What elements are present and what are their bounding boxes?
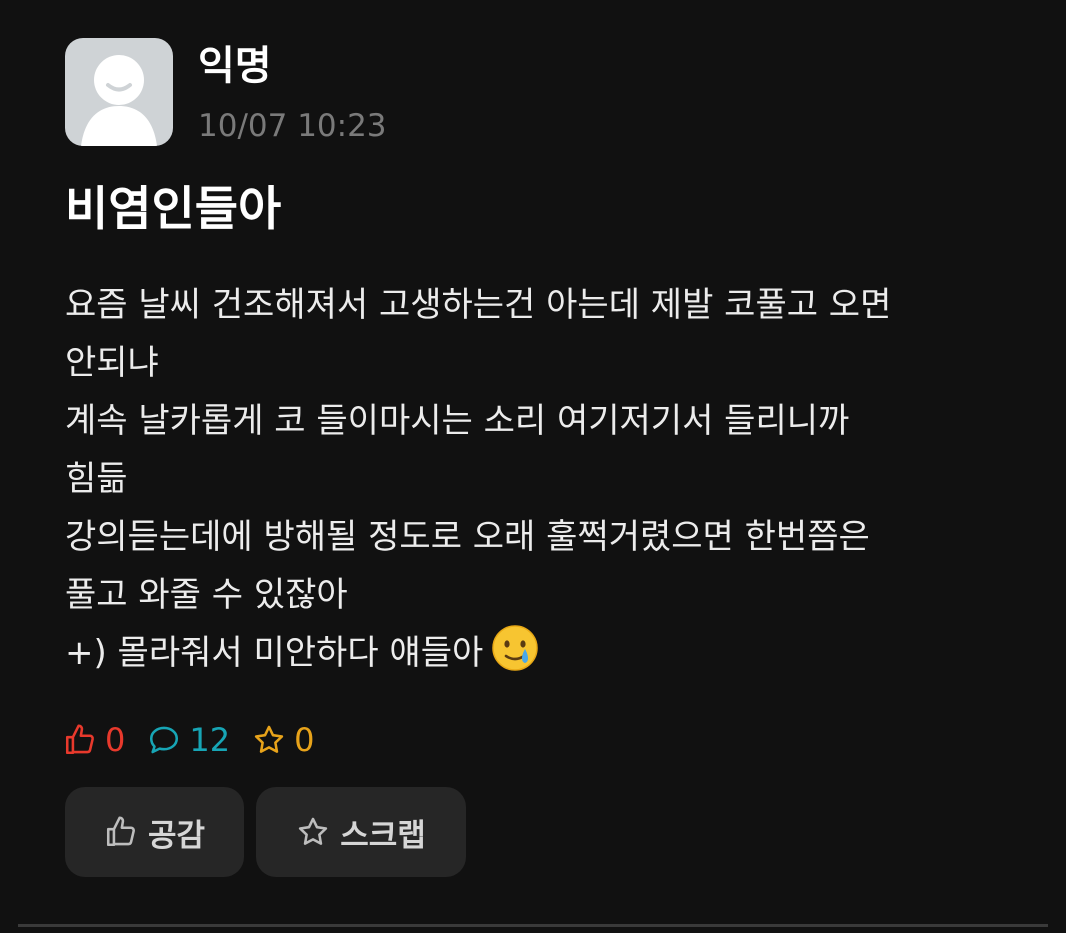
author-name: 익명 (198, 43, 272, 89)
avatar (65, 38, 173, 146)
post-body-line: 안되냐 (65, 343, 159, 383)
post-body-line-text: +) 몰라줘서 미안하다 얘들아 (65, 633, 484, 673)
post-body-line: 강의듣는데에 방해될 정도로 오래 훌쩍거렸으면 한번쯤은 (65, 517, 870, 557)
post-body-line: 힘듦 (65, 459, 128, 499)
post-title: 비염인들아 (65, 182, 282, 237)
star-icon (254, 725, 284, 753)
post-body-line: 계속 날카롭게 코 들이마시는 소리 여기저기서 들리니까 (65, 401, 850, 441)
scrap-count-value: 0 (294, 721, 315, 759)
comment-count-value: 12 (189, 721, 231, 759)
scrap-button[interactable]: 스크랩 (256, 787, 466, 877)
star-icon (299, 817, 328, 845)
like-button[interactable]: 공감 (65, 787, 244, 877)
post-body-line-last: +) 몰라줘서 미안하다 얘들아 (65, 624, 1025, 690)
post-stats: 0 12 0 (63, 718, 336, 762)
thumbs-up-icon (106, 816, 135, 847)
scrap-button-label: 스크랩 (340, 817, 426, 854)
comment-icon (150, 726, 179, 754)
thumbs-up-icon (65, 724, 94, 755)
default-profile-icon (81, 55, 157, 146)
like-button-label: 공감 (147, 817, 206, 854)
comment-count: 12 (147, 718, 230, 762)
post-timestamp: 10/07 10:23 (198, 108, 387, 144)
post-body: 요즘 날씨 건조해져서 고생하는건 아는데 제발 코풀고 오면 안되냐 계속 날… (65, 276, 1025, 690)
like-count-value: 0 (105, 721, 126, 759)
smiling-face-with-tear-icon (491, 624, 539, 690)
like-count: 0 (63, 718, 125, 762)
scrap-count: 0 (252, 718, 314, 762)
post-body-line: 요즘 날씨 건조해져서 고생하는건 아는데 제발 코풀고 오면 (65, 285, 892, 325)
divider (18, 924, 1048, 927)
post-body-line: 풀고 와줄 수 있잖아 (65, 575, 348, 615)
post-detail: 익명 10/07 10:23 비염인들아 요즘 날씨 건조해져서 고생하는건 아… (0, 0, 1066, 933)
